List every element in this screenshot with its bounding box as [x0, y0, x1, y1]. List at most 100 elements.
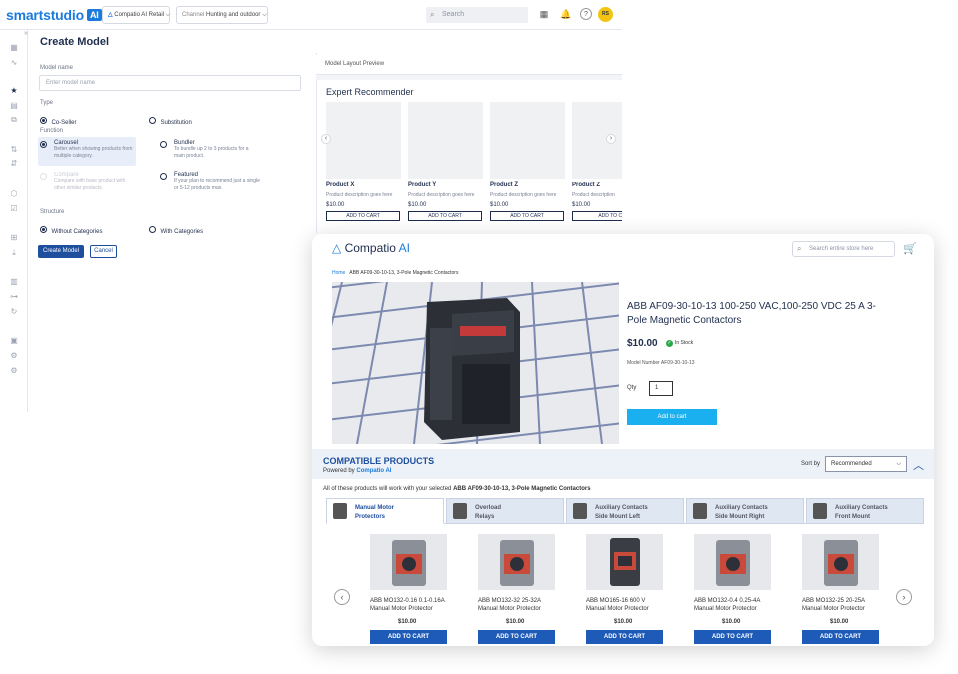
- radio-label: With Categories: [160, 229, 204, 235]
- check-icon[interactable]: ☑: [8, 203, 20, 215]
- radio-with-categories[interactable]: With Categories: [149, 220, 203, 238]
- brand-chip-label: Compatio AI Retail: [114, 12, 164, 18]
- cart-icon[interactable]: 🛒: [903, 242, 917, 255]
- function-bundler[interactable]: Bundler To bundle up 2 to 3 products for …: [160, 140, 260, 160]
- components-icon[interactable]: ⧉: [8, 114, 20, 126]
- product-price: $10.00: [398, 619, 417, 625]
- add-to-cart-button[interactable]: ADD TO CART: [370, 630, 447, 644]
- breadcrumb-current: ABB AF09-30-10-13, 3-Pole Magnetic Conta…: [349, 270, 459, 276]
- tab-manual-motor-protectors[interactable]: Manual Motor Protectors: [326, 498, 444, 524]
- product-price: $10.00: [572, 202, 591, 208]
- tab-line2: Protectors: [355, 514, 386, 520]
- help-icon[interactable]: ?: [580, 8, 592, 20]
- box-icon[interactable]: ⬡: [8, 188, 20, 200]
- radio-icon: [149, 117, 156, 124]
- channel-label: Channel: [182, 12, 205, 18]
- preview-header: Model Layout Preview: [316, 55, 622, 75]
- product-card: ABB MO132-25 20-25A Manual Motor Protect…: [802, 534, 892, 644]
- brand-selector[interactable]: △ Compatio AI Retail ⌵: [102, 6, 170, 24]
- grid-icon[interactable]: ▥: [8, 276, 20, 288]
- transfer-icon[interactable]: ⇵: [8, 158, 20, 170]
- breadcrumb: Home ABB AF09-30-10-13, 3-Pole Magnetic …: [332, 270, 458, 276]
- add-to-cart-button[interactable]: ADD TO CAR: [572, 211, 622, 221]
- cancel-button[interactable]: Cancel: [90, 245, 117, 258]
- tab-line2: Side Mount Right: [715, 514, 765, 520]
- product-image-placeholder: [326, 102, 401, 179]
- add-to-cart-button[interactable]: ADD TO CART: [478, 630, 555, 644]
- expand-icon[interactable]: »: [20, 28, 32, 40]
- carousel-next-button[interactable]: ›: [606, 134, 616, 144]
- channel-selector[interactable]: Channel Hunting and outdoor ⌵: [176, 6, 268, 24]
- layout-icon[interactable]: ▤: [8, 100, 20, 112]
- create-model-button[interactable]: Create Model: [38, 245, 84, 258]
- add-to-cart-button[interactable]: ADD TO CART: [802, 630, 879, 644]
- add-to-cart-button[interactable]: Add to cart: [627, 409, 717, 425]
- preview-product: Product Z Product description $10.00 ADD…: [572, 182, 622, 221]
- bell-icon[interactable]: 🔔: [560, 8, 572, 20]
- product-line2: Manual Motor Protector: [478, 606, 541, 612]
- radio-substitution[interactable]: Substitution: [149, 111, 192, 129]
- contactor-photo-illustration: [332, 282, 619, 444]
- avatar[interactable]: RS: [598, 7, 613, 22]
- product-image[interactable]: [370, 534, 447, 590]
- carousel-prev-button[interactable]: ‹: [321, 134, 331, 144]
- add-to-cart-button[interactable]: ADD TO CART: [694, 630, 771, 644]
- product-image[interactable]: [478, 534, 555, 590]
- add-to-cart-button[interactable]: ADD TO CART: [326, 211, 400, 221]
- import-icon[interactable]: ⊞: [8, 232, 20, 244]
- category-tabs: Manual Motor Protectors Overload Relays Au…: [326, 498, 924, 524]
- category-thumbnail-icon: [693, 503, 707, 519]
- compatio-logo[interactable]: △ Compatio AI: [332, 241, 410, 255]
- add-to-cart-button[interactable]: ADD TO CART: [586, 630, 663, 644]
- smartstudio-logo[interactable]: smartstudio AI: [6, 7, 102, 23]
- carousel-next-button[interactable]: ›: [896, 589, 912, 605]
- search-input[interactable]: ⌕ Search: [426, 7, 528, 23]
- powered-by-label: Powered by: [323, 468, 355, 474]
- dashboard-icon[interactable]: ▦: [8, 42, 20, 54]
- breadcrumb-home[interactable]: Home: [332, 270, 345, 276]
- collapse-chevron-up-icon[interactable]: ︿: [913, 457, 924, 473]
- tab-aux-front-mount[interactable]: Auxiliary Contacts Front Mount: [806, 498, 924, 524]
- model-name-label: Model name: [40, 65, 74, 71]
- building-icon[interactable]: ▦: [538, 8, 550, 20]
- carousel-prev-button[interactable]: ‹: [334, 589, 350, 605]
- sort-icon[interactable]: ⇅: [8, 144, 20, 156]
- product-image[interactable]: [802, 534, 879, 590]
- function-desc: Compare with base product with other sim…: [54, 178, 126, 191]
- preview-product: Product X Product description goes here …: [326, 182, 402, 221]
- function-featured[interactable]: Featured If your plan to recommend just a…: [160, 172, 260, 192]
- product-price: $10.00: [722, 619, 741, 625]
- tab-aux-side-left[interactable]: Auxiliary Contacts Side Mount Left: [566, 498, 684, 524]
- function-carousel[interactable]: Carousel Better when showing products fro…: [40, 140, 135, 160]
- model-name-input[interactable]: Enter model name: [39, 75, 301, 91]
- tab-aux-side-right[interactable]: Auxiliary Contacts Side Mount Right: [686, 498, 804, 524]
- product-name: Product X: [326, 182, 355, 188]
- radio-selected-icon: [40, 117, 47, 124]
- page-title: Create Model: [40, 36, 110, 48]
- product-card: ABB MO132-0.16 0.1-0.16A Manual Motor Pr…: [370, 534, 460, 644]
- sort-select[interactable]: Recommended ⌵: [825, 456, 907, 472]
- hierarchy-icon[interactable]: ⊶: [8, 291, 20, 303]
- store-search-input[interactable]: ⌕ Search entire store here: [792, 241, 895, 257]
- add-to-cart-button[interactable]: ADD TO CART: [408, 211, 482, 221]
- preview-title: Expert Recommender: [326, 87, 414, 97]
- gear-icon[interactable]: ⚙: [8, 365, 20, 377]
- category-thumbnail-icon: [453, 503, 467, 519]
- refresh-icon[interactable]: ↻: [8, 306, 20, 318]
- sort-value: Recommended: [831, 461, 872, 467]
- product-image[interactable]: [586, 534, 663, 590]
- star-icon[interactable]: ★: [8, 85, 20, 97]
- radio-co-seller[interactable]: Co-Seller: [40, 111, 76, 129]
- radio-icon: [149, 226, 156, 233]
- product-image[interactable]: [694, 534, 771, 590]
- radio-without-categories[interactable]: Without Categories: [40, 220, 102, 238]
- chevron-down-icon: ⌵: [165, 12, 171, 18]
- tab-overload-relays[interactable]: Overload Relays: [446, 498, 564, 524]
- report-icon[interactable]: ▣: [8, 335, 20, 347]
- qty-input[interactable]: 1: [649, 381, 673, 396]
- download-icon[interactable]: ⤓: [8, 247, 20, 259]
- settings-icon[interactable]: ⚙: [8, 350, 20, 362]
- activity-icon[interactable]: ∿: [8, 57, 20, 69]
- radio-label: Substitution: [160, 120, 192, 126]
- add-to-cart-button[interactable]: ADD TO CART: [490, 211, 564, 221]
